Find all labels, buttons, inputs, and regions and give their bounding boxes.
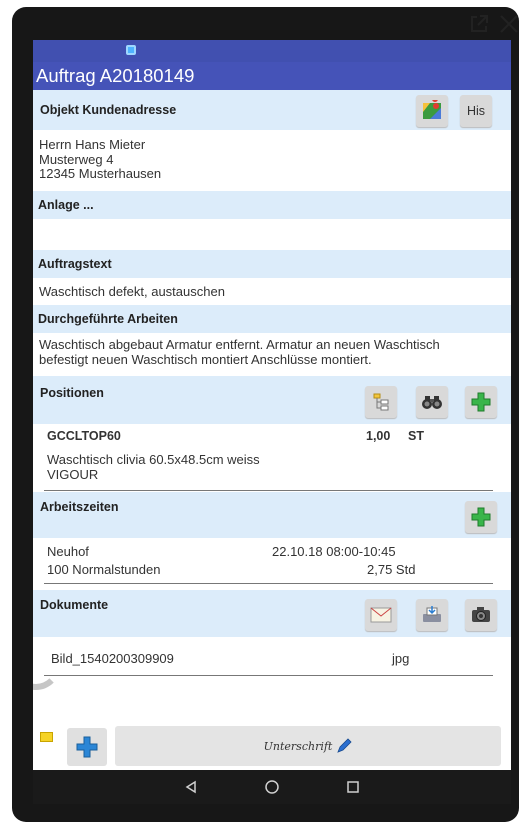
bottom-action-bar: Unterschrift <box>33 722 511 770</box>
arbeitszeiten-list: Neuhof 22.10.18 08:00-10:45 100 Normalst… <box>33 538 511 590</box>
printer-icon <box>423 606 441 622</box>
window-controls <box>469 14 519 34</box>
mail-icon <box>370 607 392 623</box>
recents-icon[interactable] <box>346 780 360 794</box>
position-unit: ST <box>408 429 424 443</box>
address-line: Musterweg 4 <box>39 151 114 167</box>
plus-icon <box>471 507 491 527</box>
arbeiten-line: Waschtisch abgebaut Armatur entfernt. Ar… <box>39 337 440 352</box>
auftragstext-header-label: Auftragstext <box>38 257 112 271</box>
dokumente-header-label: Dokumente <box>40 598 109 612</box>
status-bar <box>33 40 511 62</box>
camera-button[interactable] <box>465 599 497 631</box>
auftragstext-value[interactable]: Waschtisch defekt, austauschen <box>33 278 511 305</box>
add-document-button[interactable] <box>67 728 107 766</box>
positionen-header-label: Positionen <box>40 386 104 400</box>
position-qty: 1,00 <box>366 429 391 443</box>
objekt-section-header: Objekt Kundenadresse His <box>33 90 511 130</box>
position-item[interactable]: GCCLTOP60 1,00 ST Waschtisch clivia 60.5… <box>33 424 511 492</box>
his-button[interactable]: His <box>460 95 492 127</box>
arbeitszeit-value[interactable]: 2,75 Std <box>367 562 415 577</box>
map-icon <box>423 100 441 119</box>
address-block: Herrn Hans Mieter Musterweg 4 12345 Must… <box>33 130 511 191</box>
document-name: Bild_1540200309909 <box>51 651 174 666</box>
objekt-header-label: Objekt Kundenadresse <box>40 103 177 117</box>
arbeitszeiten-header-label: Arbeitszeiten <box>40 500 119 514</box>
arbeiten-line: befestigt neuen Waschtisch montiert Ansc… <box>39 351 372 367</box>
position-desc: Waschtisch clivia 60.5x48.5cm weiss <box>47 452 260 467</box>
printer-button[interactable] <box>416 599 448 631</box>
camera-icon <box>472 607 490 622</box>
home-icon[interactable] <box>264 779 280 795</box>
arbeitszeit-name[interactable]: 100 Normalstunden <box>47 562 160 577</box>
signature-label: Unterschrift <box>263 739 333 753</box>
position-code: GCCLTOP60 <box>47 429 121 443</box>
arbeiten-header-label: Durchgeführte Arbeiten <box>38 312 178 326</box>
anlage-header-label: Anlage ... <box>38 198 94 212</box>
pen-icon <box>337 738 352 753</box>
dokumente-section-header: Dokumente <box>33 590 511 637</box>
close-icon[interactable] <box>499 14 519 34</box>
signature-button[interactable]: Unterschrift <box>115 726 501 766</box>
tree-list-icon <box>373 393 389 411</box>
note-icon <box>40 732 53 742</box>
app-screen: Auftrag A20180149 Objekt Kundenadresse H… <box>33 40 511 770</box>
position-desc: VIGOUR <box>47 467 99 482</box>
address-line: Herrn Hans Mieter <box>39 137 146 152</box>
address-line: 12345 Musterhausen <box>39 166 162 181</box>
android-nav-bar <box>33 770 511 804</box>
binoculars-icon <box>422 396 442 409</box>
external-link-icon[interactable] <box>469 14 489 34</box>
back-icon[interactable] <box>184 780 198 794</box>
plus-icon <box>471 392 491 412</box>
anlage-content <box>33 219 511 250</box>
arbeitszeit-value[interactable]: 22.10.18 08:00-10:45 <box>272 544 396 559</box>
arbeitszeit-name[interactable]: Neuhof <box>47 544 89 559</box>
arbeiten-value[interactable]: Waschtisch abgebaut Armatur entfernt. Ar… <box>33 333 511 376</box>
notification-icon <box>126 45 136 55</box>
add-position-button[interactable] <box>465 386 497 418</box>
plus-icon <box>76 736 98 758</box>
mail-button[interactable] <box>365 599 397 631</box>
divider <box>44 675 493 676</box>
document-ext: jpg <box>392 651 410 666</box>
document-item[interactable]: Bild_1540200309909 jpg <box>33 637 511 679</box>
positionen-section-header: Positionen <box>33 376 511 424</box>
divider <box>44 490 493 491</box>
auftragstext-section-header: Auftragstext <box>33 250 511 278</box>
tree-button[interactable] <box>365 386 397 418</box>
search-button[interactable] <box>416 386 448 418</box>
arbeiten-section-header: Durchgeführte Arbeiten <box>33 305 511 333</box>
anlage-section-header[interactable]: Anlage ... <box>33 191 511 219</box>
page-title: Auftrag A20180149 <box>33 62 511 90</box>
his-label: His <box>466 104 486 118</box>
divider <box>44 583 493 584</box>
add-arbeitszeit-button[interactable] <box>465 501 497 533</box>
map-button[interactable] <box>416 95 448 127</box>
arbeitszeiten-section-header: Arbeitszeiten <box>33 492 511 538</box>
